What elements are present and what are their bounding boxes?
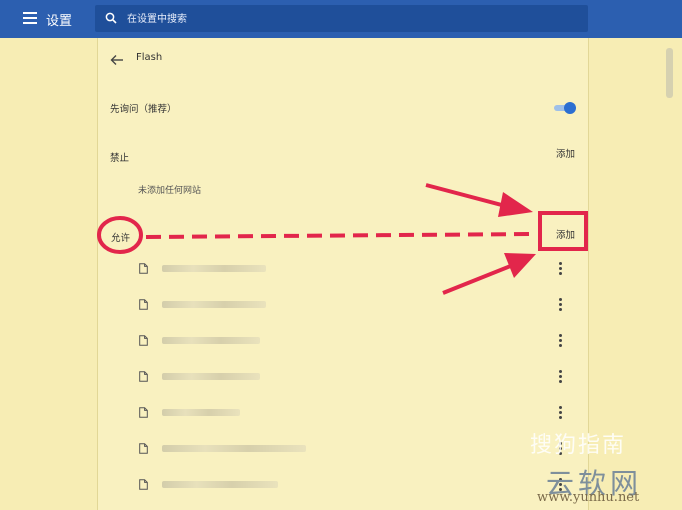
file-icon [139, 479, 148, 490]
allowed-site-row[interactable] [98, 252, 588, 288]
settings-card: Flash 先询问（推荐） 禁止 添加 未添加任何网站 允许 添加 [97, 38, 589, 510]
file-icon [139, 371, 148, 382]
site-name-blurred [162, 373, 260, 380]
ask-first-label: 先询问（推荐） [110, 104, 177, 115]
site-name-blurred [162, 445, 306, 452]
allowed-site-row[interactable] [98, 468, 588, 504]
block-section-label: 禁止 [110, 153, 130, 164]
allowed-site-row[interactable] [98, 288, 588, 324]
allowed-site-row[interactable] [98, 324, 588, 360]
site-name-blurred [162, 265, 266, 272]
site-name-blurred [162, 409, 240, 416]
site-name-blurred [162, 301, 266, 308]
ask-first-toggle[interactable] [554, 102, 576, 114]
more-options-icon[interactable] [559, 406, 563, 419]
menu-icon[interactable] [23, 12, 37, 24]
app-title: 设置 [46, 14, 73, 29]
search-input[interactable] [125, 5, 569, 34]
block-add-button[interactable]: 添加 [556, 146, 575, 160]
scrollbar[interactable] [662, 38, 676, 510]
site-name-blurred [162, 481, 278, 488]
allowed-site-row[interactable] [98, 360, 588, 396]
allow-add-button[interactable]: 添加 [556, 227, 575, 241]
watermark-url: www.yunhu.net [537, 490, 640, 505]
block-empty-text: 未添加任何网站 [138, 186, 202, 196]
more-options-icon[interactable] [559, 262, 563, 275]
more-options-icon[interactable] [559, 298, 563, 311]
allow-section-label: 允许 [111, 233, 131, 244]
more-options-icon[interactable] [559, 370, 563, 383]
site-name-blurred [162, 337, 260, 344]
allowed-site-row[interactable] [98, 396, 588, 432]
allowed-site-row[interactable] [98, 432, 588, 468]
watermark-sogou: 搜狗指南 [530, 433, 627, 458]
app-toolbar: 设置 [0, 0, 682, 38]
file-icon [139, 443, 148, 454]
more-options-icon[interactable] [559, 334, 563, 347]
search-box[interactable] [95, 5, 588, 34]
page-title: Flash [136, 52, 163, 63]
file-icon [139, 335, 148, 346]
file-icon [139, 299, 148, 310]
scroll-thumb[interactable] [666, 48, 673, 98]
search-icon [105, 12, 117, 24]
file-icon [139, 263, 148, 274]
back-arrow-icon[interactable] [110, 54, 124, 66]
file-icon [139, 407, 148, 418]
